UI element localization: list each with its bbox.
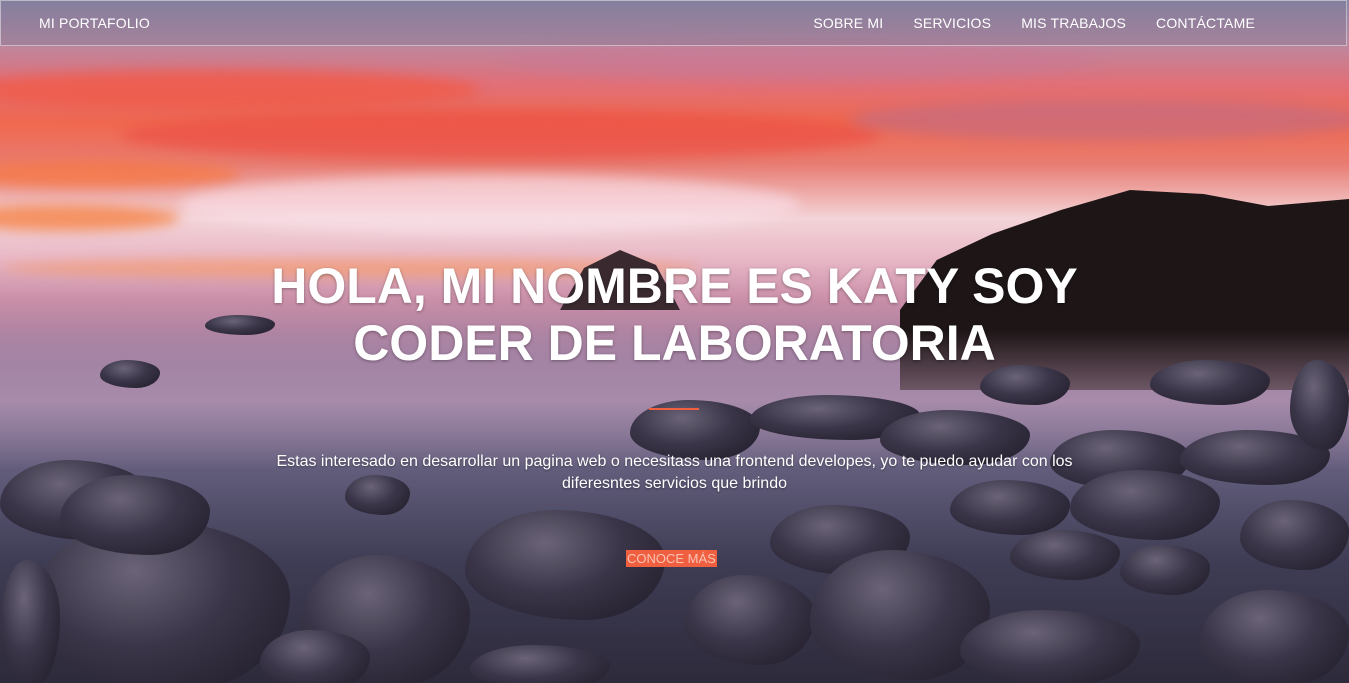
hero-headline: HOLA, MI NOMBRE ES KATY SOY CODER DE LAB… — [271, 258, 1078, 371]
brand-link[interactable]: MI PORTAFOLIO — [39, 15, 150, 31]
nav-links: SOBRE MI SERVICIOS MIS TRABAJOS CONTÁCTA… — [813, 15, 1255, 31]
nav-link-servicios[interactable]: SERVICIOS — [913, 15, 991, 31]
hero-content: HOLA, MI NOMBRE ES KATY SOY CODER DE LAB… — [0, 0, 1349, 683]
hero-section: MI PORTAFOLIO SOBRE MI SERVICIOS MIS TRA… — [0, 0, 1349, 683]
nav-link-mis-trabajos[interactable]: MIS TRABAJOS — [1021, 15, 1126, 31]
top-navbar: MI PORTAFOLIO SOBRE MI SERVICIOS MIS TRA… — [0, 0, 1347, 46]
conoce-mas-button[interactable]: CONOCE MÁS — [626, 550, 717, 567]
nav-link-contactame[interactable]: CONTÁCTAME — [1156, 15, 1255, 31]
nav-link-sobre-mi[interactable]: SOBRE MI — [813, 15, 883, 31]
hero-intro-text: Estas interesado en desarrollar un pagin… — [276, 453, 1073, 492]
headline-divider — [649, 408, 699, 410]
